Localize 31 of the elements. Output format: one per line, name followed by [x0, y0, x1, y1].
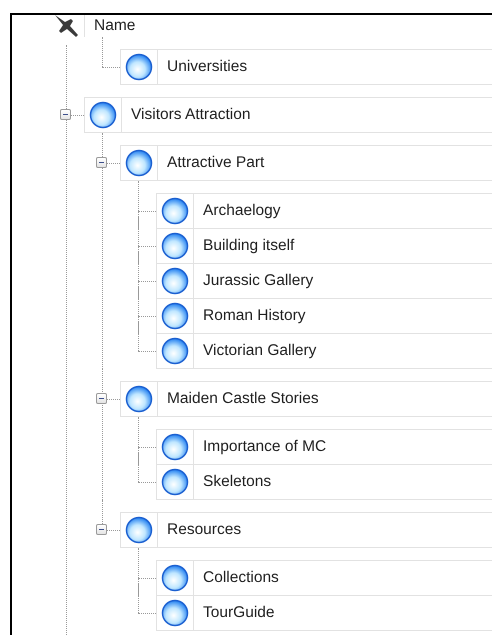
tree-node[interactable]: Skeletons: [156, 464, 492, 500]
sphere-icon: [89, 101, 117, 129]
sphere-icon: [125, 516, 153, 544]
tree-node[interactable]: Victorian Gallery: [156, 333, 492, 369]
collapse-toggle[interactable]: [96, 524, 107, 535]
tree-node[interactable]: Archaelogy: [156, 193, 492, 229]
sphere-icon: [125, 385, 153, 413]
sphere-icon: [161, 468, 189, 496]
sphere-icon: [161, 599, 189, 627]
pushpin-icon: [52, 15, 80, 39]
tree-node[interactable]: Resources: [120, 512, 492, 548]
sphere-icon: [161, 232, 189, 260]
sphere-icon: [161, 337, 189, 365]
tree-node[interactable]: Attractive Part: [120, 145, 492, 181]
collapse-toggle[interactable]: [96, 393, 107, 404]
sphere-icon: [161, 564, 189, 592]
tree-node[interactable]: Visitors Attraction: [84, 97, 492, 133]
root-label: Name: [84, 15, 136, 37]
sphere-icon: [161, 197, 189, 225]
tree-node[interactable]: Collections: [156, 560, 492, 596]
tree-node[interactable]: Importance of MC: [156, 429, 492, 465]
sphere-icon: [161, 267, 189, 295]
sphere-icon: [161, 433, 189, 461]
sphere-icon: [125, 149, 153, 177]
tree-node[interactable]: Universities: [120, 49, 492, 85]
tree-node[interactable]: Maiden Castle Stories: [120, 381, 492, 417]
sphere-icon: [161, 302, 189, 330]
sphere-icon: [125, 53, 153, 81]
tree-node[interactable]: TourGuide: [156, 595, 492, 631]
collapse-toggle[interactable]: [60, 109, 71, 120]
collapse-toggle[interactable]: [96, 157, 107, 168]
